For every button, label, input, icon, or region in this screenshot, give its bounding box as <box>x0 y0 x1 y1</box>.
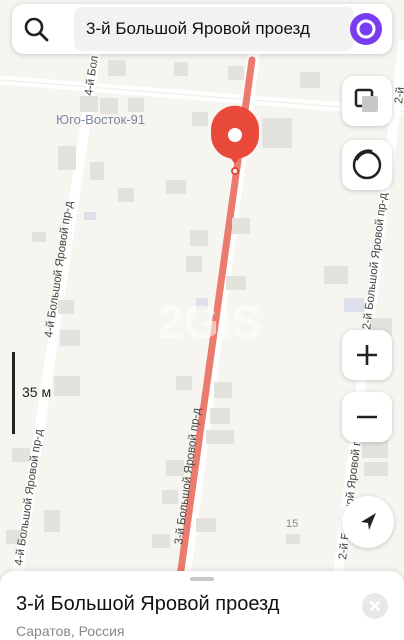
place-title: 3-й Большой Яровой проезд <box>16 593 280 615</box>
place-subtitle: Саратов, Россия <box>16 623 125 639</box>
house-number: 15 <box>286 518 298 530</box>
my-location-button[interactable] <box>342 496 394 548</box>
zoom-out-button[interactable] <box>342 392 392 442</box>
search-input[interactable]: 3-й Большой Яровой проезд <box>74 7 354 51</box>
zoom-in-icon <box>357 345 377 365</box>
watermark: 2GIS <box>158 296 263 348</box>
sheet-handle[interactable] <box>190 577 214 581</box>
scale-label: 35 м <box>22 384 52 400</box>
layers-button[interactable] <box>342 76 392 126</box>
zoom-in-button[interactable] <box>342 330 392 380</box>
district-label: Юго-Восток-91 <box>56 112 145 127</box>
scale-bar <box>12 352 15 434</box>
close-button[interactable] <box>362 593 388 619</box>
search-bar[interactable]: 3-й Большой Яровой проезд <box>12 4 392 54</box>
search-icon[interactable] <box>22 15 50 43</box>
layers-icon <box>354 88 378 112</box>
my-location-icon <box>361 513 376 530</box>
alice-voice-icon[interactable] <box>350 13 382 45</box>
zoom-out-icon <box>357 415 377 419</box>
compass-button[interactable] <box>342 140 392 190</box>
compass-icon <box>352 149 382 180</box>
close-icon <box>369 600 381 612</box>
place-card[interactable]: 3-й Большой Яровой проезд Саратов, Росси… <box>0 571 404 640</box>
street-label-top-right: 2-й <box>393 86 404 104</box>
